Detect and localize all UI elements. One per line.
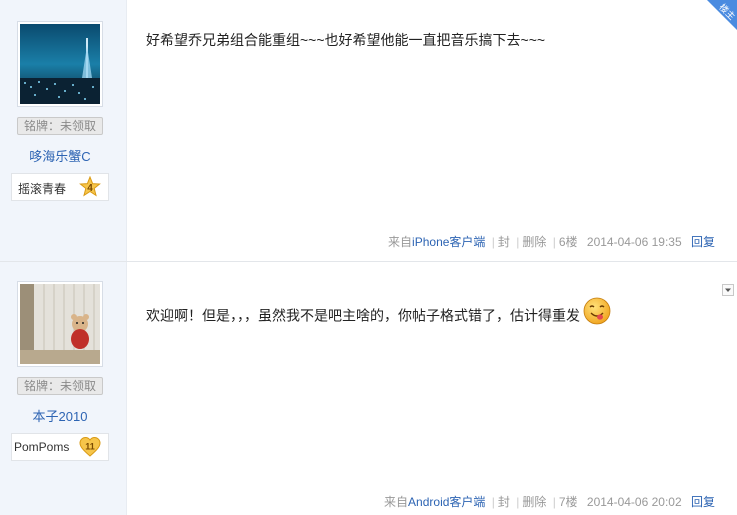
nameplate-badge[interactable]: 铭牌：未领取: [17, 377, 103, 395]
avatar[interactable]: [17, 21, 103, 107]
fan-level-number: 11: [85, 442, 95, 452]
thread-starter-tag: 楼主: [707, 0, 737, 30]
post-content: 好希望乔兄弟组合能重组~~~也好希望他能一直把音乐搞下去~~~: [146, 32, 546, 48]
post-time: 2014-04-06 20:02: [586, 495, 682, 509]
post-floor-6: 铭牌：未领取 哆海乐蟹C 摇滚青春 4 楼主 好希望乔兄弟组合能重组~~~也好希…: [0, 0, 737, 262]
delete-link[interactable]: 删除: [522, 235, 546, 249]
chevron-down-icon: [725, 288, 731, 292]
post-floor-7: 铭牌：未领取 本子2010 PomPoms 11 欢迎啊！但是，，，虽然我不是吧…: [0, 262, 737, 515]
fan-level-box[interactable]: 摇滚青春 4: [11, 173, 109, 201]
tongue-smiley-icon: [583, 297, 611, 325]
floor-number: 7楼: [558, 495, 578, 509]
post-text: 欢迎啊！但是，，，虽然我不是吧主啥的，你帖子格式错了，估计得重发: [146, 307, 580, 324]
floor-number: 6楼: [558, 235, 578, 249]
nameplate-badge[interactable]: 铭牌：未领取: [17, 117, 103, 135]
reply-link[interactable]: 回复: [691, 495, 715, 509]
username-link[interactable]: 哆海乐蟹C: [0, 146, 120, 165]
level-heart-icon: 11: [79, 436, 101, 457]
avatar[interactable]: [17, 281, 103, 367]
fan-group-label: 摇滚青春: [18, 182, 67, 196]
post-menu-dropdown[interactable]: [722, 284, 734, 296]
author-sidebar: 铭牌：未领取 哆海乐蟹C 摇滚青春 4: [0, 0, 127, 261]
post-footer: 来自iPhone客户端 | 封 | 删除 | 6楼 2014-04-06 19:35 …: [388, 235, 715, 249]
source-prefix: 来自: [384, 495, 409, 509]
reply-link[interactable]: 回复: [691, 235, 715, 249]
block-link[interactable]: 封: [498, 495, 510, 509]
level-star-icon: 4: [79, 176, 101, 197]
block-link[interactable]: 封: [498, 235, 510, 249]
source-client-link[interactable]: iPhone客户端: [412, 235, 485, 249]
fan-level-box[interactable]: PomPoms 11: [11, 433, 109, 461]
fan-group-label: PomPoms: [14, 440, 70, 454]
fan-level-number: 4: [87, 183, 93, 194]
avatar-image-city-night: [20, 24, 100, 104]
username-link[interactable]: 本子2010: [0, 406, 120, 425]
post-time: 2014-04-06 19:35: [586, 235, 682, 249]
post-footer: 来自Android客户端 | 封 | 删除 | 7楼 2014-04-06 20:02…: [384, 495, 715, 509]
post-content: 欢迎啊！但是，，，虽然我不是吧主啥的，你帖子格式错了，估计得重发: [146, 297, 612, 332]
source-client-link[interactable]: Android客户端: [408, 495, 485, 509]
source-prefix: 来自: [388, 235, 413, 249]
author-sidebar: 铭牌：未领取 本子2010 PomPoms 11: [0, 262, 127, 515]
avatar-image-plush-bear: [20, 284, 100, 364]
delete-link[interactable]: 删除: [522, 495, 546, 509]
